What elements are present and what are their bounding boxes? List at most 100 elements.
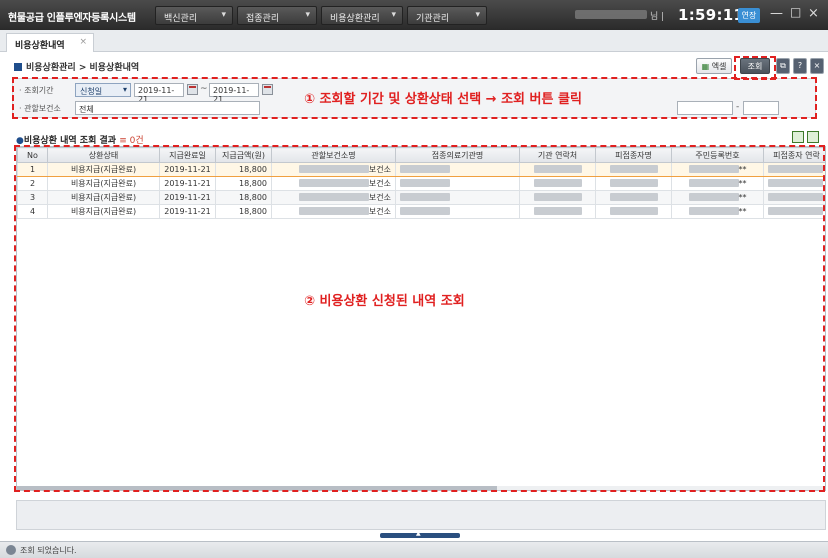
column-header[interactable]: 주민등록번호 [671, 147, 764, 163]
tab-reimbursement-history[interactable]: 비용상환내역 × [6, 33, 94, 52]
results-table: No 상환상태 지급완료일 지급금액(원) 관할보건소명 접종의료기관명 기관 … [16, 146, 826, 491]
cell-status: 비용지급(지급완료) [47, 204, 160, 219]
chevron-down-icon: ▾ [305, 10, 310, 20]
date-to-input[interactable]: 2019-11-21 [209, 83, 259, 104]
grid-export-icon[interactable] [807, 131, 819, 143]
redacted-block [768, 193, 823, 201]
redacted-block [609, 207, 658, 215]
column-header[interactable]: 피접종자 연락 [763, 147, 825, 163]
menu-institution[interactable]: 기관관리 ▾ [407, 6, 487, 25]
cell-patient-name [595, 204, 672, 219]
maximize-icon[interactable]: □ [790, 5, 801, 19]
table-row[interactable]: 4 비용지급(지급완료) 2019-11-21 18,800 보건소 ** [17, 204, 825, 219]
table-row[interactable]: 2 비용지급(지급완료) 2019-11-21 18,800 보건소 ** [17, 176, 825, 191]
status-bar: 조회 되었습니다. [0, 541, 828, 558]
date-from-input[interactable]: 2019-11-21 [134, 83, 184, 104]
column-header[interactable]: No [17, 147, 48, 163]
calendar-icon[interactable] [187, 84, 198, 95]
calendar-icon[interactable] [262, 84, 273, 95]
redacted-block [400, 207, 450, 215]
cell-center-text: 보건소 [368, 207, 391, 216]
menu-reimbursement[interactable]: 비용상환관리 ▾ [321, 6, 403, 25]
status-text: 조회 되었습니다. [20, 546, 77, 555]
cell-center-text: 보건소 [368, 193, 391, 202]
cell-no: 2 [17, 176, 48, 191]
close-page-icon[interactable]: × [810, 58, 824, 74]
cell-center: 보건소 [271, 176, 396, 191]
health-center-label: · 관할보건소 [19, 104, 61, 113]
table-row[interactable]: 3 비용지급(지급완료) 2019-11-21 18,800 보건소 ** [17, 190, 825, 205]
excel-button[interactable]: ▦ 엑셀 [696, 58, 732, 74]
cell-rrn-mask: ** [738, 207, 747, 216]
redacted-block [298, 179, 369, 187]
health-center-input[interactable]: 전체 [75, 101, 260, 115]
app-title: 현물공급 인플루엔자등록시스템 [8, 13, 136, 24]
breadcrumb-row: 비용상환관리 > 비용상환내역 ▦ 엑셀 조회 ⧉ ? × [0, 52, 828, 76]
cell-center: 보건소 [271, 204, 396, 219]
cell-no: 4 [17, 204, 48, 219]
horizontal-scrollbar[interactable] [17, 486, 823, 490]
cell-amount: 18,800 [215, 176, 272, 191]
table-row[interactable]: 1 비용지급(지급완료) 2019-11-21 18,800 보건소 ** [17, 162, 825, 177]
cell-clinic [395, 204, 520, 219]
cell-center: 보건소 [271, 162, 396, 177]
cell-clinic-phone [519, 162, 596, 177]
chevron-down-icon: ▾ [475, 10, 480, 20]
close-icon[interactable]: × [808, 6, 819, 21]
redacted-block [768, 179, 823, 187]
redacted-block [768, 165, 823, 173]
redacted-block [533, 193, 582, 201]
cell-no: 1 [17, 162, 48, 177]
breadcrumb-text: 비용상환관리 > 비용상환내역 [26, 63, 140, 73]
tab-label: 비용상환내역 [15, 41, 65, 51]
cell-amount: 18,800 [215, 190, 272, 205]
tab-close-icon[interactable]: × [79, 37, 87, 47]
grid-settings-icon[interactable] [792, 131, 804, 143]
scrollbar-thumb[interactable] [17, 486, 497, 490]
session-clock: 1:59:11 [678, 6, 745, 24]
redacted-block [533, 165, 582, 173]
menu-vaccine[interactable]: 백신관리 ▾ [155, 6, 233, 25]
cell-clinic-phone [519, 190, 596, 205]
column-header[interactable]: 지급완료일 [159, 147, 216, 163]
cell-date: 2019-11-21 [159, 162, 216, 177]
cell-status: 비용지급(지급완료) [47, 176, 160, 191]
period-label: · 조회기간 [19, 86, 54, 95]
period-type-select[interactable]: 신청일 ▾ [75, 83, 131, 97]
column-header[interactable]: 지급금액(원) [215, 147, 272, 163]
cell-patient-name [595, 162, 672, 177]
cell-rrn: ** [671, 204, 764, 219]
cell-date: 2019-11-21 [159, 190, 216, 205]
column-header[interactable]: 기관 연락처 [519, 147, 596, 163]
rrn-back-input[interactable] [743, 101, 779, 115]
column-header[interactable]: 피접종자명 [595, 147, 672, 163]
column-header[interactable]: 접종의료기관명 [395, 147, 520, 163]
rrn-front-input[interactable] [677, 101, 733, 115]
results-title: ●비용상환 내역 조회 결과 ≡ 0건 [16, 133, 144, 146]
redacted-block [768, 207, 823, 215]
menu-vaccine-label: 백신관리 [164, 14, 198, 24]
excel-icon: ▦ [701, 62, 710, 71]
minimize-icon[interactable]: — [770, 6, 783, 21]
chevron-up-icon[interactable]: ▲ [416, 530, 421, 537]
menu-vaccination[interactable]: 접종관리 ▾ [237, 6, 317, 25]
cell-patient-phone [763, 176, 825, 191]
bullet-icon: ● [16, 136, 24, 146]
cell-center-text: 보건소 [368, 179, 391, 188]
table-header-row: No 상환상태 지급완료일 지급금액(원) 관할보건소명 접종의료기관명 기관 … [17, 147, 825, 163]
redacted-block [688, 165, 739, 173]
cell-status: 비용지급(지급완료) [47, 190, 160, 205]
column-header[interactable]: 관할보건소명 [271, 147, 396, 163]
redacted-block [298, 165, 369, 173]
cell-center: 보건소 [271, 190, 396, 205]
extend-session-button[interactable]: 연장 [738, 8, 760, 23]
help-icon[interactable]: ? [793, 58, 807, 74]
query-button[interactable]: 조회 [740, 58, 770, 74]
menu-reimbursement-label: 비용상환관리 [330, 14, 380, 24]
cell-center-text: 보건소 [368, 165, 391, 174]
popup-icon[interactable]: ⧉ [776, 58, 790, 74]
chevron-down-icon: ▾ [122, 85, 127, 94]
annotation-step-two: ② 비용상환 신청된 내역 조회 [304, 294, 465, 309]
column-header[interactable]: 상환상태 [47, 147, 160, 163]
redacted-block [688, 179, 739, 187]
